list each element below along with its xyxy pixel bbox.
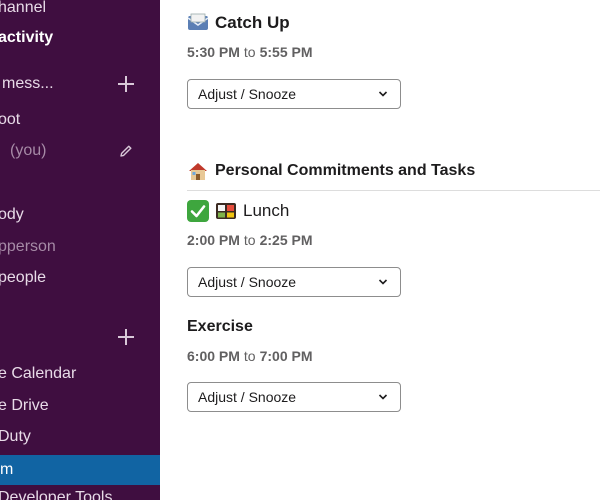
check-mark-icon bbox=[187, 200, 209, 222]
sidebar-item-app-devtools[interactable]: Developer Tools bbox=[0, 485, 112, 500]
time-separator: to bbox=[243, 44, 256, 60]
sidebar-item-activity[interactable]: activity bbox=[0, 25, 53, 51]
main-content: Catch Up 5:30 PM to 5:55 PM Adjust / Snooz… bbox=[160, 0, 600, 500]
event-end-time: 5:55 PM bbox=[259, 44, 313, 60]
sidebar-item-dm-3[interactable]: pperson bbox=[0, 234, 56, 260]
time-separator: to bbox=[243, 232, 256, 248]
house-icon bbox=[189, 163, 207, 180]
chevron-down-icon bbox=[378, 279, 388, 285]
add-icon[interactable] bbox=[118, 76, 134, 92]
event-title-text: Catch Up bbox=[215, 13, 290, 32]
event-title: Catch Up bbox=[187, 12, 290, 34]
sidebar: hannel activity mess... oot (you) ody pp… bbox=[0, 0, 160, 500]
section-header: Personal Commitments and Tasks bbox=[187, 160, 475, 182]
event-time: 5:30 PM to 5:55 PM bbox=[187, 44, 313, 60]
section-divider bbox=[187, 190, 600, 191]
adjust-snooze-dropdown[interactable]: Adjust / Snooze bbox=[187, 382, 401, 412]
chevron-down-icon bbox=[378, 91, 388, 97]
sidebar-item-dm-2[interactable]: ody bbox=[0, 202, 24, 228]
task-time: 2:00 PM to 2:25 PM bbox=[187, 232, 313, 248]
adjust-snooze-dropdown[interactable]: Adjust / Snooze bbox=[187, 79, 401, 109]
section-title: Personal Commitments and Tasks bbox=[215, 162, 476, 179]
sidebar-item-app-selected[interactable]: m bbox=[0, 455, 160, 485]
task-title-text: Lunch bbox=[243, 201, 290, 220]
dropdown-label: Adjust / Snooze bbox=[198, 86, 297, 102]
sidebar-item-app-calendar[interactable]: e Calendar bbox=[0, 361, 76, 387]
chevron-down-icon bbox=[378, 394, 388, 400]
sidebar-item-channel[interactable]: hannel bbox=[0, 0, 46, 21]
dropdown-label: Adjust / Snooze bbox=[198, 274, 297, 290]
sidebar-item-dm-4[interactable]: people bbox=[0, 265, 46, 291]
task-end-time: 7:00 PM bbox=[259, 348, 313, 364]
sidebar-item-messages-header[interactable]: mess... bbox=[2, 71, 54, 97]
task-start-time: 2:00 PM bbox=[187, 232, 240, 248]
envelope-icon bbox=[187, 13, 209, 30]
adjust-snooze-dropdown[interactable]: Adjust / Snooze bbox=[187, 267, 401, 297]
task-title-text: Exercise bbox=[187, 318, 253, 335]
you-label: (you) bbox=[10, 142, 47, 159]
dropdown-label: Adjust / Snooze bbox=[198, 389, 297, 405]
sidebar-item-dm-1[interactable]: oot bbox=[0, 107, 20, 133]
time-separator: to bbox=[243, 348, 256, 364]
event-start-time: 5:30 PM bbox=[187, 44, 240, 60]
bento-box-icon bbox=[216, 203, 236, 219]
task-time: 6:00 PM to 7:00 PM bbox=[187, 348, 313, 364]
selected-label: m bbox=[0, 461, 14, 478]
task-title: Lunch bbox=[187, 200, 289, 222]
task-title: Exercise bbox=[187, 318, 253, 336]
sidebar-item-app-duty[interactable]: Duty bbox=[0, 424, 31, 450]
sidebar-item-you[interactable]: (you) bbox=[10, 138, 46, 164]
edit-icon[interactable] bbox=[118, 143, 134, 159]
task-start-time: 6:00 PM bbox=[187, 348, 240, 364]
task-end-time: 2:25 PM bbox=[259, 232, 313, 248]
sidebar-item-app-drive[interactable]: e Drive bbox=[0, 393, 49, 419]
add-app-icon[interactable] bbox=[118, 329, 134, 345]
